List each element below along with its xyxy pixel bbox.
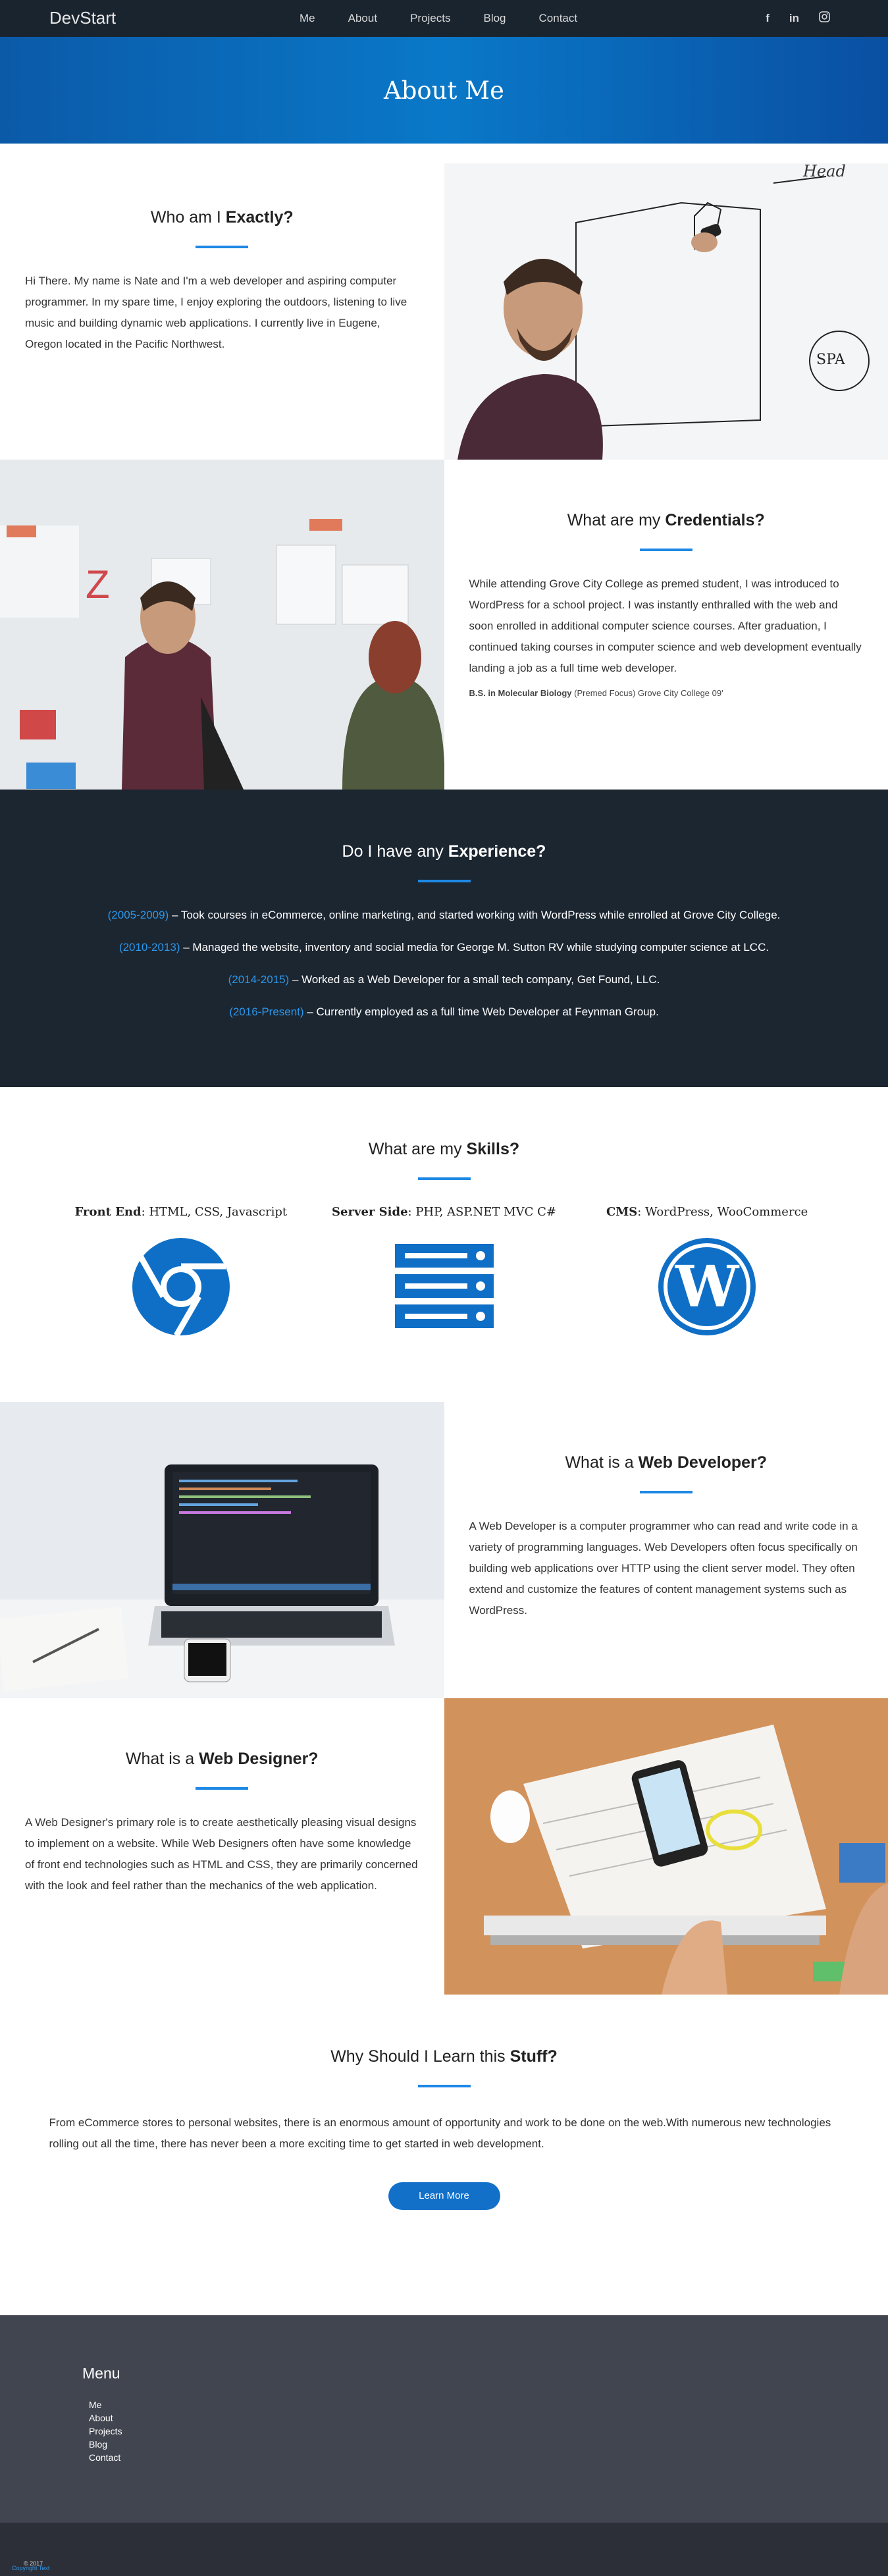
skill-cms: CMS: WordPress, WooCommerce W <box>575 1205 839 1339</box>
experience-item: (2014-2015) – Worked as a Web Developer … <box>0 973 888 986</box>
page-title: About Me <box>384 76 504 105</box>
skill-label: Server Side: PHP, ASP.NET MVC C# <box>313 1205 576 1219</box>
brand-logo[interactable]: DevStart <box>49 8 116 28</box>
svg-text:SPA: SPA <box>816 352 846 368</box>
nav-menu: Me About Projects Blog Contact <box>300 0 610 37</box>
divider <box>418 1177 471 1180</box>
credentials-text: What are my Credentials? While attending… <box>444 460 888 790</box>
footer-link-blog[interactable]: Blog <box>89 2438 888 2451</box>
who-heading: Who am I Exactly? <box>25 208 419 227</box>
degree-line: B.S. in Molecular Biology (Premed Focus)… <box>469 688 864 698</box>
designer-section: What is a Web Designer? A Web Designer's… <box>0 1698 888 1995</box>
top-navbar: DevStart Me About Projects Blog Contact … <box>0 0 888 37</box>
learn-more-button[interactable]: Learn More <box>388 2182 500 2210</box>
footer-link-me[interactable]: Me <box>89 2398 888 2411</box>
svg-text:Z: Z <box>86 562 110 606</box>
who-text: Who am I Exactly? Hi There. My name is N… <box>0 163 444 460</box>
skill-server-side: Server Side: PHP, ASP.NET MVC C# <box>313 1205 576 1339</box>
nav-link-about[interactable]: About <box>348 12 377 25</box>
developer-heading: What is a Web Developer? <box>469 1453 864 1472</box>
nav-link-blog[interactable]: Blog <box>483 12 506 25</box>
credentials-heading: What are my Credentials? <box>469 511 864 530</box>
svg-text:W: W <box>675 1254 740 1320</box>
footer-title: Menu <box>82 2365 888 2382</box>
office-photo: Z <box>0 460 444 790</box>
whiteboard-photo: SPA Head <box>444 163 888 460</box>
skill-label: Front End: HTML, CSS, Javascript <box>49 1205 313 1219</box>
divider <box>418 2085 471 2087</box>
wordpress-icon: W <box>658 1328 756 1339</box>
linkedin-icon[interactable]: in <box>789 12 799 25</box>
svg-text:Head: Head <box>802 163 846 180</box>
nav-link-projects[interactable]: Projects <box>410 12 450 25</box>
footer-link-about[interactable]: About <box>89 2411 888 2425</box>
credentials-body: While attending Grove City College as pr… <box>469 574 864 679</box>
why-section: Why Should I Learn this Stuff? From eCom… <box>0 1995 888 2315</box>
copyright-text: © 2017 Copyright Text <box>12 2565 49 2571</box>
designer-heading: What is a Web Designer? <box>25 1750 419 1769</box>
developer-text: What is a Web Developer? A Web Developer… <box>444 1402 888 1698</box>
nav-link-contact[interactable]: Contact <box>539 12 578 25</box>
design-desk-photo <box>444 1698 888 1995</box>
copyright-bar: © 2017 Copyright Text <box>0 2523 888 2576</box>
skill-label: CMS: WordPress, WooCommerce <box>575 1205 839 1219</box>
laptop-photo <box>0 1402 444 1698</box>
developer-body: A Web Developer is a computer programmer… <box>469 1516 864 1621</box>
divider <box>196 1787 248 1790</box>
footer-menu: Me About Projects Blog Contact <box>82 2398 888 2464</box>
why-heading: Why Should I Learn this Stuff? <box>0 2047 888 2066</box>
experience-section: Do I have any Experience? (2005-2009) – … <box>0 790 888 1087</box>
chrome-icon <box>132 1328 230 1339</box>
page-banner: About Me <box>0 37 888 144</box>
designer-text: What is a Web Designer? A Web Designer's… <box>0 1698 444 1995</box>
footer-link-projects[interactable]: Projects <box>89 2425 888 2438</box>
experience-item: (2016-Present) – Currently employed as a… <box>0 1006 888 1019</box>
experience-item: (2010-2013) – Managed the website, inven… <box>0 941 888 954</box>
developer-section: What is a Web Developer? A Web Developer… <box>0 1402 888 1698</box>
server-icon <box>395 1328 494 1339</box>
skills-heading: What are my Skills? <box>0 1140 888 1159</box>
social-links: f in <box>746 0 830 37</box>
why-body: From eCommerce stores to personal websit… <box>49 2112 839 2155</box>
skills-section: What are my Skills? Front End: HTML, CSS… <box>0 1087 888 1402</box>
who-section: Who am I Exactly? Hi There. My name is N… <box>0 163 888 460</box>
divider <box>196 246 248 248</box>
experience-item: (2005-2009) – Took courses in eCommerce,… <box>0 909 888 922</box>
who-body: Hi There. My name is Nate and I'm a web … <box>25 271 419 355</box>
divider <box>418 880 471 882</box>
designer-body: A Web Designer's primary role is to crea… <box>25 1812 419 1896</box>
nav-link-me[interactable]: Me <box>300 12 315 25</box>
credentials-section: Z What are my Credentials? While attendi… <box>0 460 888 790</box>
skills-columns: Front End: HTML, CSS, Javascript Server … <box>49 1205 839 1339</box>
footer-link-contact[interactable]: Contact <box>89 2451 888 2464</box>
footer: Menu Me About Projects Blog Contact <box>0 2315 888 2523</box>
divider <box>640 1491 692 1493</box>
skill-front-end: Front End: HTML, CSS, Javascript <box>49 1205 313 1339</box>
facebook-icon[interactable]: f <box>766 12 770 25</box>
divider <box>640 549 692 551</box>
instagram-icon[interactable] <box>819 11 830 26</box>
experience-heading: Do I have any Experience? <box>0 842 888 861</box>
